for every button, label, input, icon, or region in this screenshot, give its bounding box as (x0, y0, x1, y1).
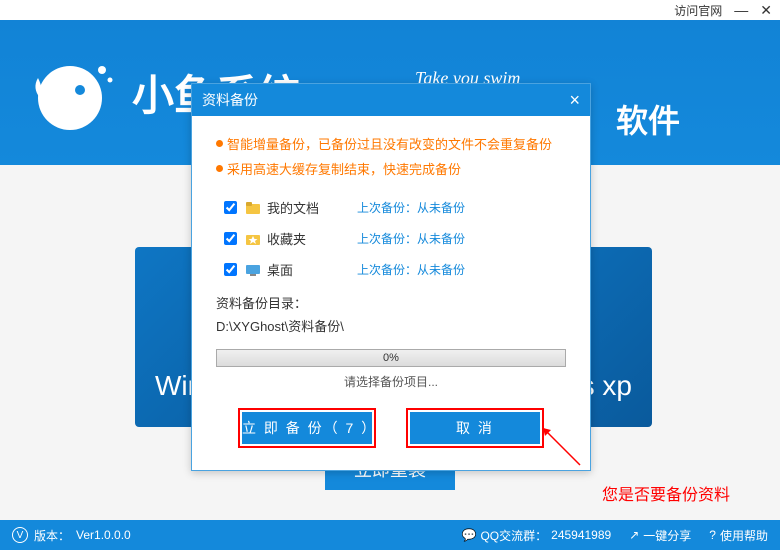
window-titlebar: 访问官网 — ✕ (0, 0, 780, 20)
footer-right: 💬 QQ交流群： 245941989 ↗ 一键分享 ? 使用帮助 (462, 527, 768, 544)
close-window-button[interactable]: ✕ (760, 2, 772, 19)
backup-now-button[interactable]: 立 即 备 份（ 7 ） (242, 412, 372, 444)
item-label: 我的文档 (267, 198, 357, 217)
cancel-button[interactable]: 取 消 (410, 412, 540, 444)
version-label: 版本： (34, 527, 70, 544)
progress-message: 请选择备份项目... (216, 373, 566, 390)
backup-dir-label: 资料备份目录： (216, 293, 566, 312)
backup-checklist: 我的文档 上次备份：从未备份 收藏夹 上次备份：从未备份 桌面 上次备份：从未备… (224, 198, 566, 279)
status-bar: V 版本： Ver1.0.0.0 💬 QQ交流群： 245941989 ↗ 一键… (0, 520, 780, 550)
desktop-icon (245, 262, 261, 278)
dialog-header: 资料备份 × (192, 84, 590, 116)
help-label: 使用帮助 (720, 527, 768, 544)
highlight-box: 立 即 备 份（ 7 ） (238, 408, 376, 448)
progress-bar: 0% (216, 349, 566, 367)
share-icon: ↗ (629, 528, 639, 542)
share-label: 一键分享 (643, 527, 691, 544)
bullet-text: 智能增量备份，已备份过且没有改变的文件不会重复备份 (227, 134, 552, 153)
dialog-body: 智能增量备份，已备份过且没有改变的文件不会重复备份 采用高速大缓存复制结束，快速… (192, 116, 590, 460)
bullet-text: 采用高速大缓存复制结束，快速完成备份 (227, 159, 461, 178)
bullet-icon (216, 140, 223, 147)
bullet-line: 采用高速大缓存复制结束，快速完成备份 (216, 159, 566, 178)
software-text: 软件 (616, 96, 680, 142)
check-row-documents: 我的文档 上次备份：从未备份 (224, 198, 566, 217)
qq-number: 245941989 (551, 528, 611, 542)
fish-logo-icon (30, 48, 120, 138)
folder-documents-icon (245, 200, 261, 216)
dialog-buttons: 立 即 备 份（ 7 ） 取 消 (216, 408, 566, 448)
checkbox-documents[interactable] (224, 201, 237, 214)
qq-label: QQ交流群： (480, 527, 547, 544)
bullet-line: 智能增量备份，已备份过且没有改变的文件不会重复备份 (216, 134, 566, 153)
last-backup-text: 上次备份：从未备份 (357, 199, 465, 216)
item-label: 桌面 (267, 260, 357, 279)
folder-favorites-icon (245, 231, 261, 247)
highlight-box: 取 消 (406, 408, 544, 448)
help-button[interactable]: ? 使用帮助 (709, 527, 768, 544)
last-backup-text: 上次备份：从未备份 (357, 230, 465, 247)
dialog-title: 资料备份 (202, 90, 258, 110)
check-row-desktop: 桌面 上次备份：从未备份 (224, 260, 566, 279)
checkbox-favorites[interactable] (224, 232, 237, 245)
backup-dialog: 资料备份 × 智能增量备份，已备份过且没有改变的文件不会重复备份 采用高速大缓存… (191, 83, 591, 471)
backup-dir-path: D:\XYGhost\资料备份\ (216, 316, 566, 335)
checkbox-desktop[interactable] (224, 263, 237, 276)
footer-left: V 版本： Ver1.0.0.0 (12, 527, 131, 544)
share-button[interactable]: ↗ 一键分享 (629, 527, 691, 544)
annotation-text: 您是否要备份资料 (602, 481, 730, 505)
annotation-arrow-icon (535, 420, 585, 470)
item-label: 收藏夹 (267, 229, 357, 248)
minimize-button[interactable]: — (734, 2, 748, 18)
visit-official-link[interactable]: 访问官网 (674, 2, 722, 19)
chat-icon: 💬 (462, 528, 477, 542)
version-icon: V (12, 527, 28, 543)
version-value: Ver1.0.0.0 (76, 528, 131, 542)
qq-group-link[interactable]: 💬 QQ交流群： 245941989 (462, 527, 612, 544)
bullet-icon (216, 165, 223, 172)
dialog-close-button[interactable]: × (569, 90, 580, 111)
last-backup-text: 上次备份：从未备份 (357, 261, 465, 278)
check-row-favorites: 收藏夹 上次备份：从未备份 (224, 229, 566, 248)
help-icon: ? (709, 528, 716, 542)
